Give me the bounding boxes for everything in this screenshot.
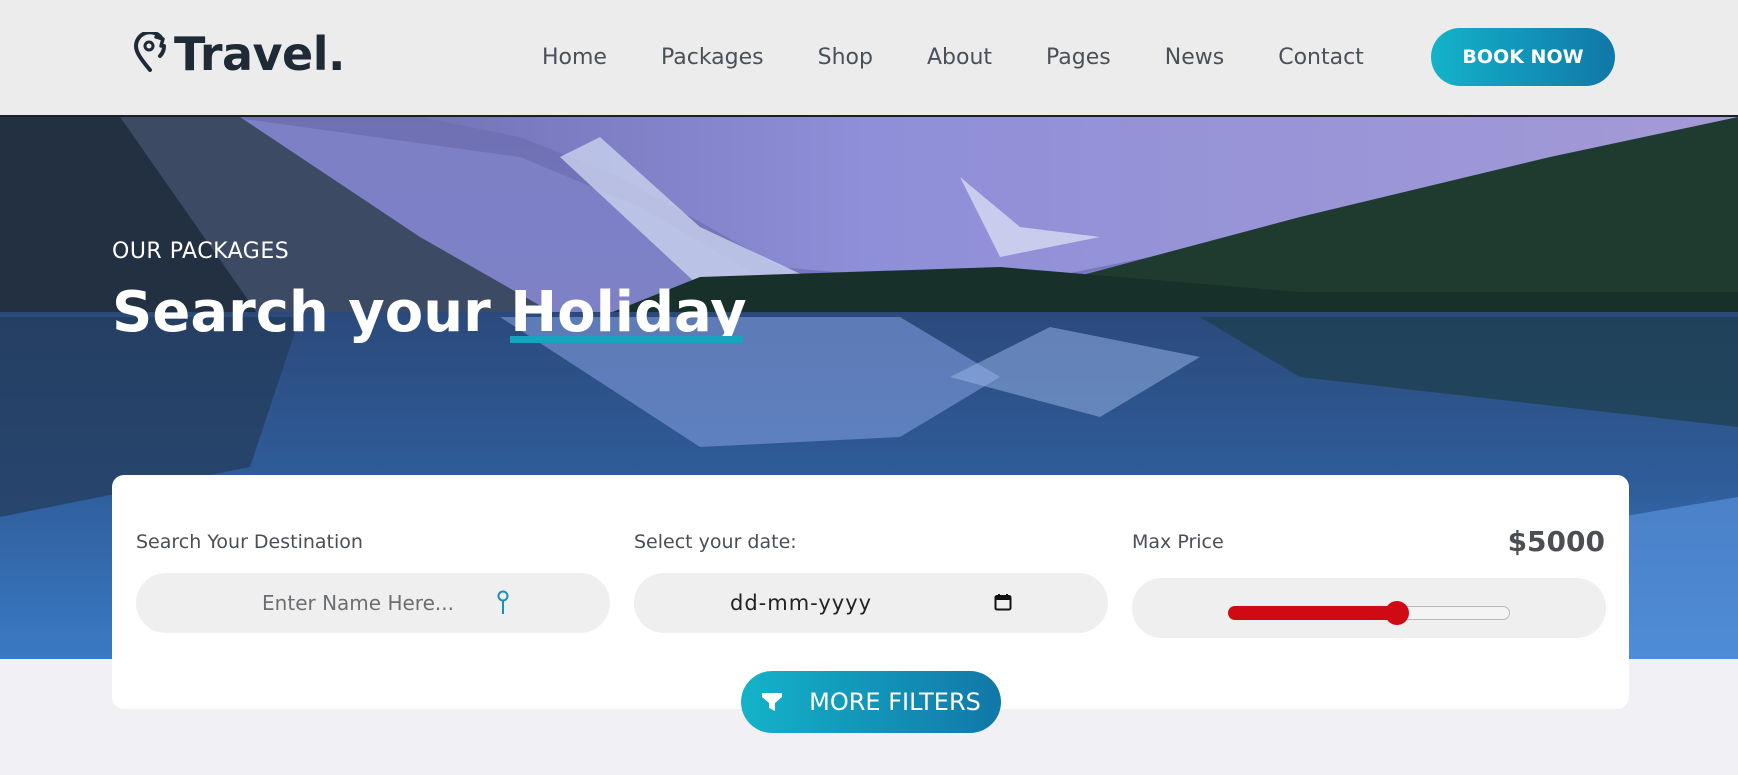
brand-logo[interactable]: Travel. (132, 26, 345, 82)
max-price-label: Max Price (1132, 531, 1224, 553)
price-slider-fill (1228, 606, 1398, 620)
date-field[interactable]: dd-mm-yyyy (634, 573, 1108, 633)
brand-name: Travel. (174, 27, 345, 81)
date-input[interactable]: dd-mm-yyyy (730, 591, 872, 615)
nav-item-about[interactable]: About (927, 40, 992, 76)
book-now-button[interactable]: BOOK NOW (1431, 28, 1615, 86)
hero-title-prefix: Search your (112, 280, 511, 345)
calendar-icon[interactable] (994, 593, 1012, 611)
destination-input[interactable] (136, 573, 610, 633)
site-header: Travel. Home Packages Shop About Pages N… (0, 0, 1738, 117)
filter-icon (762, 693, 783, 711)
more-filters-button[interactable]: MORE FILTERS (741, 671, 1001, 733)
nav-item-home[interactable]: Home (542, 40, 607, 76)
nav-item-packages[interactable]: Packages (661, 40, 764, 76)
map-pin-icon (497, 590, 509, 614)
main-nav: Home Packages Shop About Pages News Cont… (515, 40, 1391, 76)
max-price-value: $5000 (1507, 525, 1605, 558)
nav-item-news[interactable]: News (1165, 40, 1224, 76)
more-filters-label: MORE FILTERS (809, 688, 981, 716)
hero-kicker: OUR PACKAGES (112, 239, 290, 264)
price-slider-field (1132, 578, 1606, 638)
nav-item-shop[interactable]: Shop (818, 40, 873, 76)
nav-item-pages[interactable]: Pages (1046, 40, 1111, 76)
destination-field (136, 573, 610, 633)
destination-label: Search Your Destination (136, 531, 363, 553)
price-slider-thumb[interactable] (1385, 601, 1410, 625)
date-label: Select your date: (634, 531, 797, 553)
hero-title: Search your Holiday (112, 277, 747, 349)
hero-title-highlight: Holiday (510, 280, 747, 345)
nav-item-contact[interactable]: Contact (1278, 40, 1364, 76)
map-pin-arrow-icon (133, 32, 166, 72)
